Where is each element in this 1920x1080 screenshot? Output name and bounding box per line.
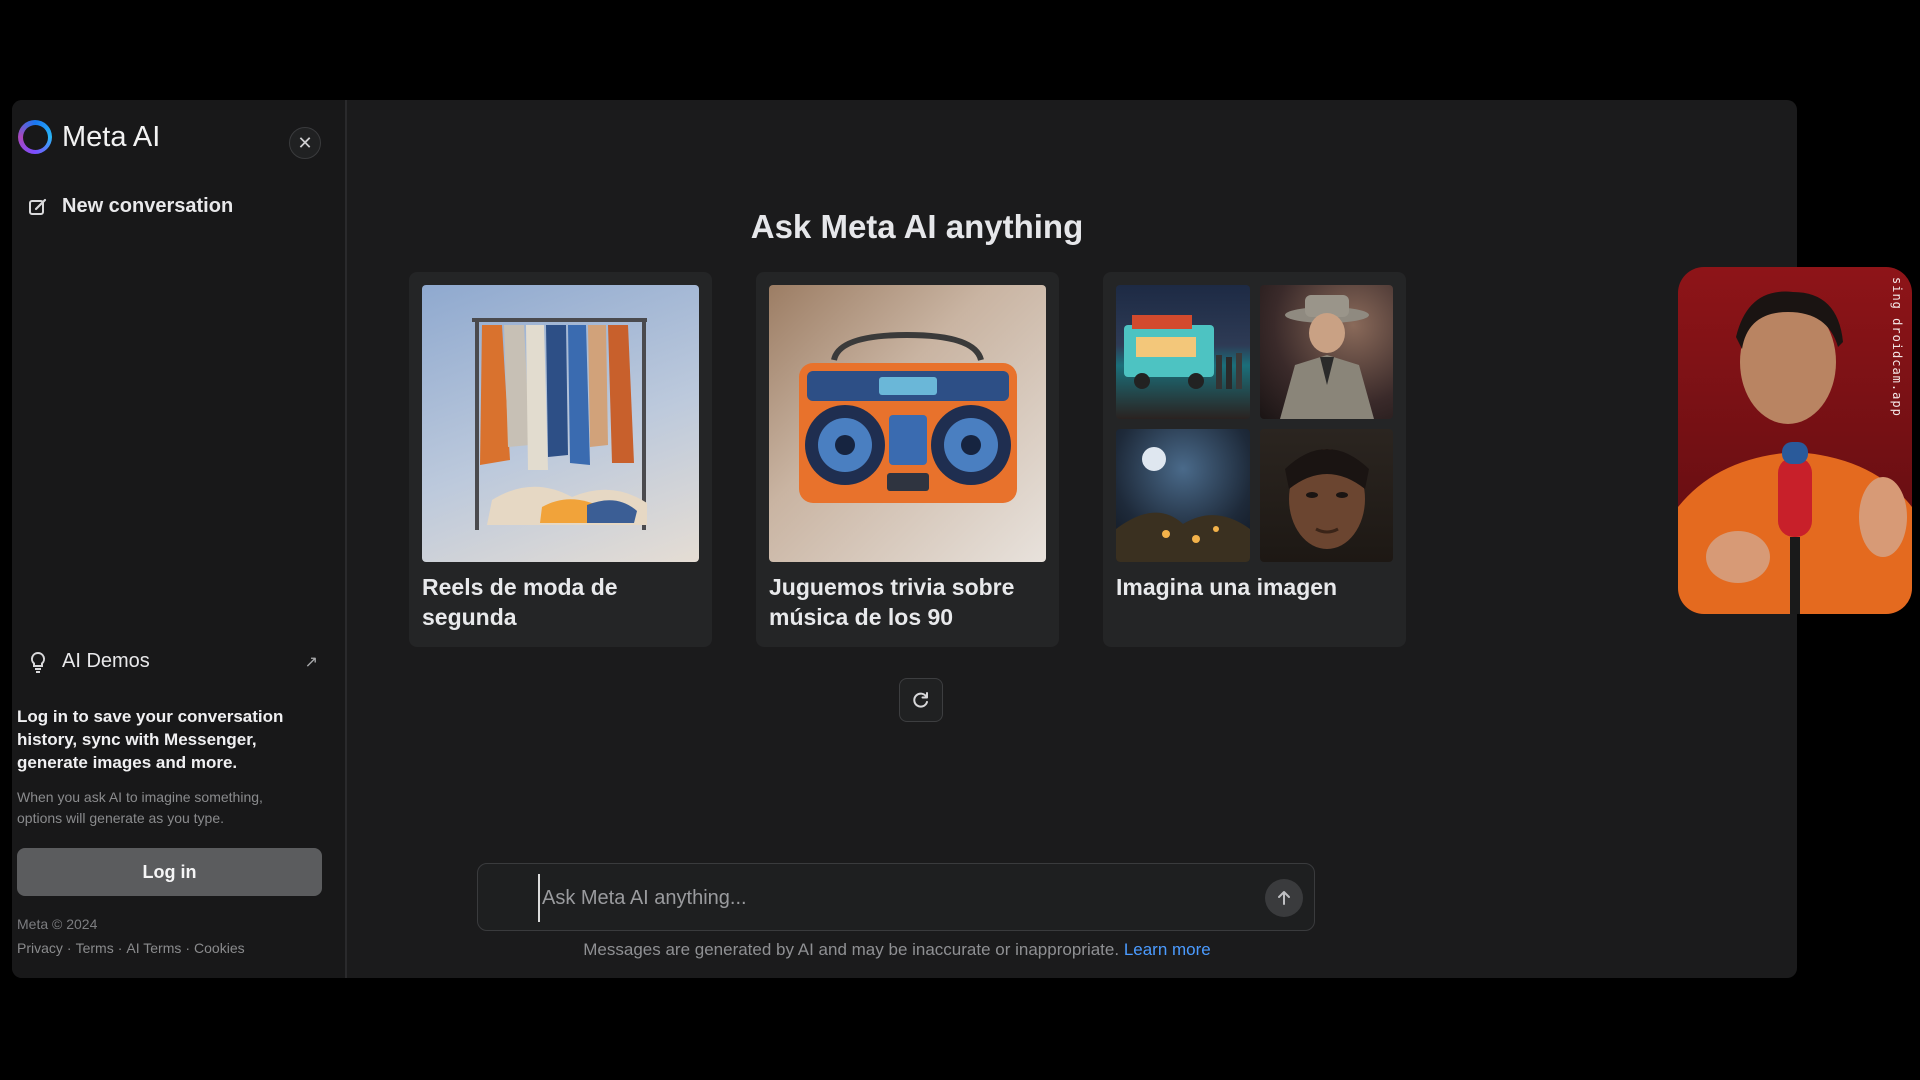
brand[interactable]: Meta AI — [18, 120, 160, 154]
ask-input[interactable] — [538, 874, 1244, 922]
disclaimer-text: Messages are generated by AI and may be … — [583, 940, 1120, 959]
login-subtext: When you ask AI to imagine something, op… — [17, 789, 263, 826]
page-title: Ask Meta AI anything — [750, 208, 1084, 245]
image-grid — [1116, 285, 1393, 562]
close-sidebar-button[interactable]: ✕ — [289, 127, 321, 159]
privacy-link[interactable]: Privacy — [17, 940, 63, 956]
brand-name: Meta AI — [62, 120, 161, 153]
food-truck-image — [1116, 285, 1250, 419]
suggestion-cards: Reels de moda de segunda Juguemos trivia… — [409, 272, 1406, 647]
refresh-icon — [913, 692, 928, 708]
suggestion-label: Imagina una imagen — [1116, 574, 1338, 600]
close-icon: ✕ — [297, 132, 313, 153]
clothing-rack-image — [422, 285, 699, 562]
login-button[interactable]: Log in — [17, 848, 322, 896]
suggestion-card-imagine[interactable]: Imagina una imagen — [1103, 272, 1406, 647]
webcam-watermark: sing droidcam.app — [1890, 277, 1904, 417]
ai-terms-link[interactable]: AI Terms — [126, 940, 181, 956]
edit-icon — [29, 198, 47, 215]
night-scene-image — [1116, 428, 1250, 562]
refresh-suggestions-button[interactable] — [899, 678, 943, 722]
lightbulb-icon — [30, 651, 46, 673]
cookies-link[interactable]: Cookies — [194, 940, 245, 956]
login-message: Log in to save your conversation history… — [17, 707, 284, 772]
ai-demos-link[interactable]: AI Demos ↗ — [28, 650, 318, 673]
suggestion-card-fashion[interactable]: Reels de moda de segunda — [409, 272, 712, 647]
new-conversation-button[interactable]: New conversation — [28, 195, 233, 218]
send-arrow-icon — [1278, 891, 1290, 905]
suggestion-label: Juguemos trivia sobre música de los 90 — [769, 574, 1015, 630]
learn-more-link[interactable]: Learn more — [1124, 940, 1211, 959]
boombox-image — [769, 285, 1046, 562]
terms-link[interactable]: Terms — [76, 940, 114, 956]
sidebar: Meta AI ✕ New conversation AI Demos ↗ Lo… — [12, 100, 347, 978]
suggestion-label: Reels de moda de segunda — [422, 574, 618, 630]
message-composer — [477, 863, 1315, 931]
external-arrow-icon: ↗ — [304, 653, 318, 671]
ai-disclaimer: Messages are generated by AI and may be … — [347, 940, 1447, 960]
meta-ai-window: Meta AI ✕ New conversation AI Demos ↗ Lo… — [12, 100, 1797, 978]
main-panel: Ask Meta AI anything Reels de moda de se… — [347, 100, 1797, 978]
copyright: Meta © 2024 — [17, 916, 98, 932]
send-button[interactable] — [1265, 879, 1303, 917]
footer-links: Privacy · Terms · AI Terms · Cookies — [17, 940, 245, 956]
detective-image — [1259, 285, 1393, 419]
ai-demos-label: AI Demos — [62, 650, 150, 672]
suggestion-card-trivia[interactable]: Juguemos trivia sobre música de los 90 — [756, 272, 1059, 647]
webcam-overlay: sing droidcam.app — [1678, 267, 1912, 614]
new-conversation-label: New conversation — [62, 195, 234, 217]
meta-ai-logo-icon — [18, 120, 52, 154]
portrait-image — [1259, 428, 1393, 562]
